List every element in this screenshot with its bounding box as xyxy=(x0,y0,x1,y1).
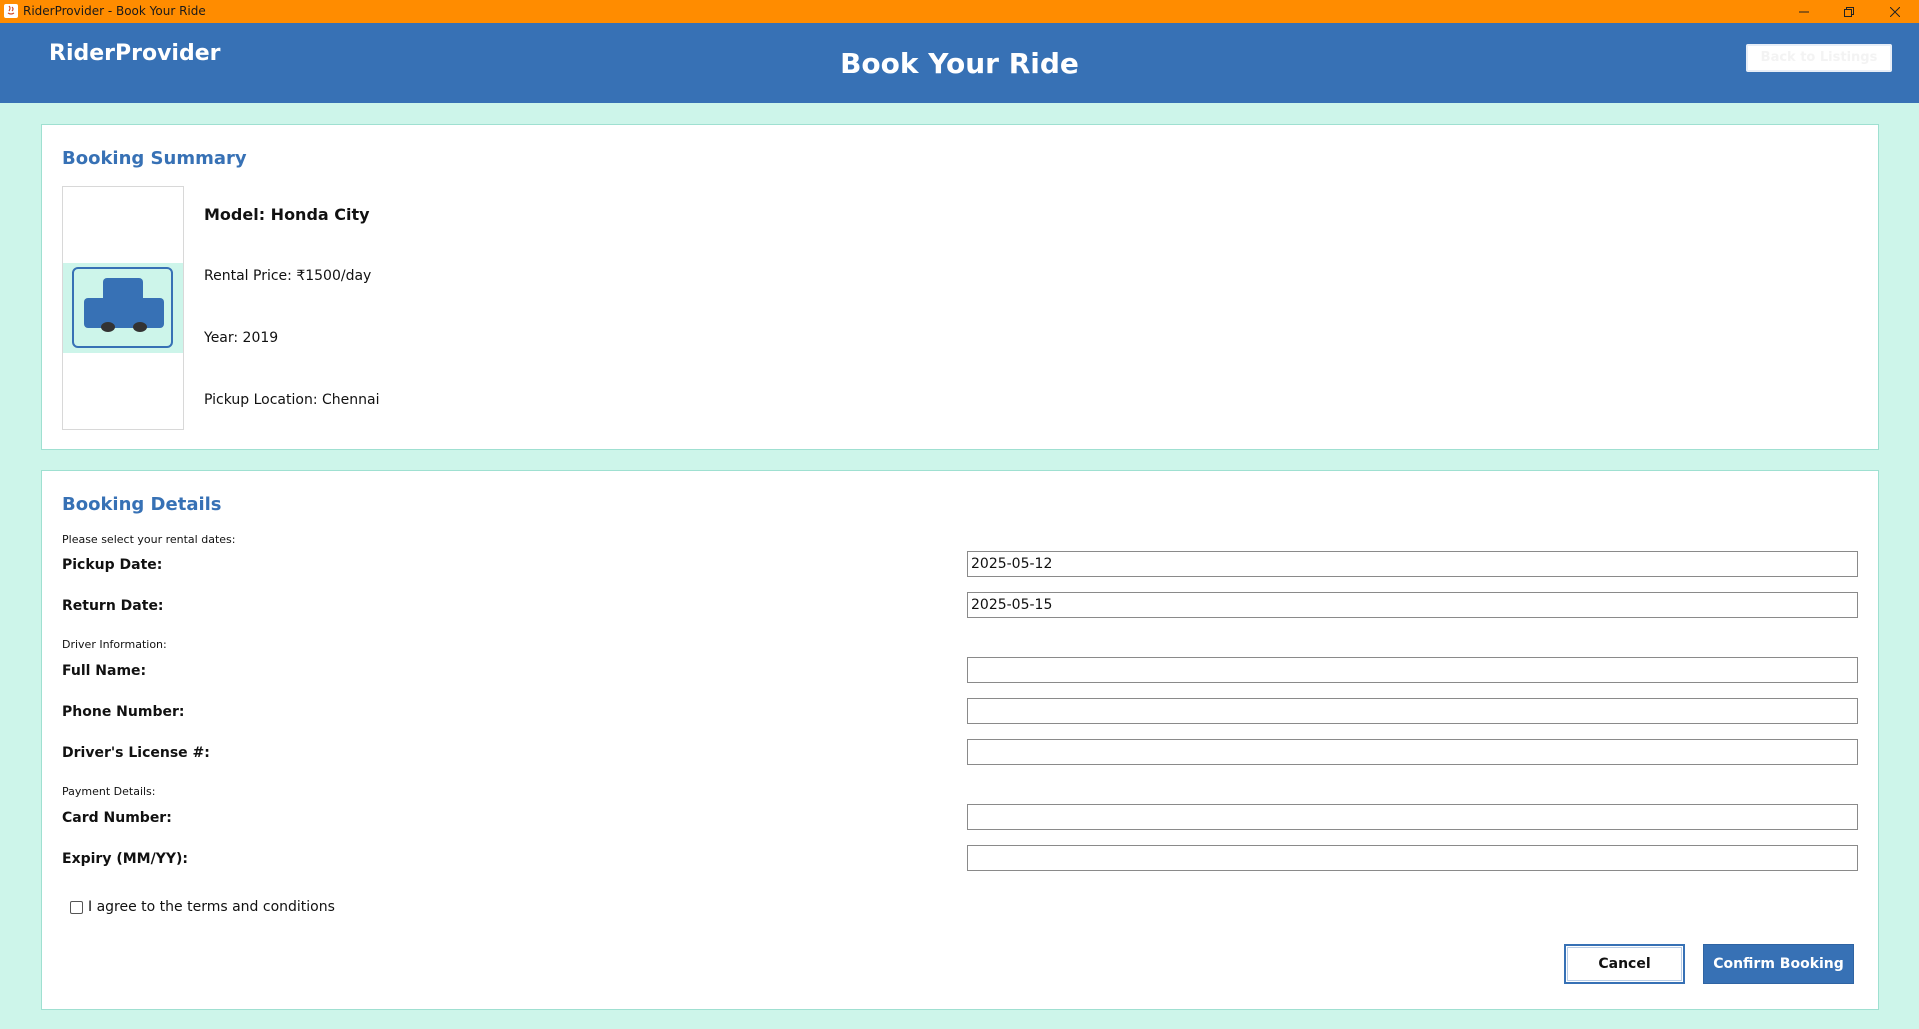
pickup-date-field[interactable] xyxy=(967,551,1858,577)
card-number-label: Card Number: xyxy=(62,810,172,826)
cancel-button[interactable]: Cancel xyxy=(1564,944,1685,984)
full-name-field[interactable] xyxy=(967,657,1858,683)
booking-details-heading: Booking Details xyxy=(62,494,222,515)
terms-checkbox[interactable] xyxy=(70,900,83,914)
payment-section-label: Payment Details: xyxy=(62,785,156,798)
dates-prompt: Please select your rental dates: xyxy=(62,533,236,546)
car-image xyxy=(62,186,184,430)
car-year: Year: 2019 xyxy=(204,330,279,346)
restore-icon xyxy=(1844,6,1854,17)
pickup-location: Pickup Location: Chennai xyxy=(204,392,380,408)
terms-label: I agree to the terms and conditions xyxy=(88,899,335,915)
full-name-label: Full Name: xyxy=(62,663,147,679)
booking-details-card: Booking Details Please select your renta… xyxy=(41,470,1879,1010)
return-date-label: Return Date: xyxy=(62,598,164,614)
app-header: RiderProvider Book Your Ride Back to Lis… xyxy=(0,23,1919,103)
car-image-band xyxy=(63,263,183,353)
return-date-field[interactable] xyxy=(967,592,1858,618)
license-field[interactable] xyxy=(967,739,1858,765)
phone-number-label: Phone Number: xyxy=(62,704,185,720)
minimize-icon xyxy=(1799,11,1809,12)
confirm-booking-button[interactable]: Confirm Booking xyxy=(1703,944,1854,984)
page-title: Book Your Ride xyxy=(840,47,1079,80)
booking-summary-heading: Booking Summary xyxy=(62,148,247,169)
car-thumbnail xyxy=(72,267,173,348)
rental-price: Rental Price: ₹1500/day xyxy=(204,268,372,284)
minimize-button[interactable] xyxy=(1781,0,1827,23)
back-to-listings-button[interactable]: Back to Listings xyxy=(1746,44,1892,72)
restore-button[interactable] xyxy=(1826,0,1872,23)
car-icon xyxy=(84,278,164,332)
phone-number-field[interactable] xyxy=(967,698,1858,724)
booking-summary-card: Booking Summary Model: Honda City Rental… xyxy=(41,124,1879,450)
driver-section-label: Driver Information: xyxy=(62,638,167,651)
expiry-label: Expiry (MM/YY): xyxy=(62,851,188,867)
close-button[interactable] xyxy=(1872,0,1918,23)
window-titlebar: RiderProvider - Book Your Ride xyxy=(0,0,1919,23)
close-icon xyxy=(1890,6,1900,17)
license-label: Driver's License #: xyxy=(62,745,210,761)
terms-row[interactable]: I agree to the terms and conditions xyxy=(70,899,335,915)
pickup-date-label: Pickup Date: xyxy=(62,557,163,573)
expiry-field[interactable] xyxy=(967,845,1858,871)
java-app-icon xyxy=(4,4,18,18)
window-title: RiderProvider - Book Your Ride xyxy=(23,4,206,18)
card-number-field[interactable] xyxy=(967,804,1858,830)
car-model: Model: Honda City xyxy=(204,205,370,224)
